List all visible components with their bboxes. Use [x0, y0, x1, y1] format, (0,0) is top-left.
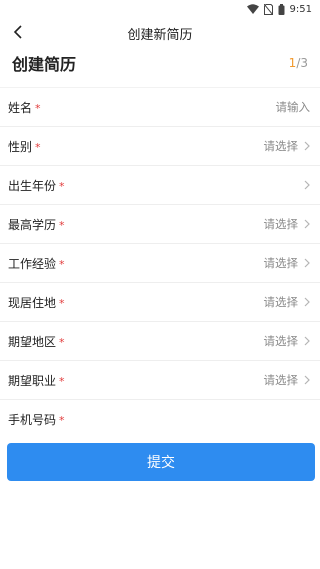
- field-value[interactable]: 请选择: [264, 216, 299, 232]
- status-time: 9:51: [289, 3, 312, 15]
- step-total: /3: [296, 56, 308, 70]
- field-value-area[interactable]: 请选择: [264, 255, 311, 271]
- chevron-right-icon: [304, 297, 310, 307]
- field-label-text: 最高学历: [8, 217, 57, 232]
- nav-bar: 创建新简历: [0, 18, 320, 48]
- field-label: 期望职业 *: [8, 372, 65, 389]
- chevron-right-icon: [304, 219, 310, 229]
- form-row[interactable]: 手机号码 *: [0, 399, 320, 438]
- status-bar: 9:51: [0, 0, 320, 18]
- field-value[interactable]: 请选择: [264, 333, 299, 349]
- back-button[interactable]: [8, 23, 28, 43]
- field-label: 性别 *: [8, 138, 41, 155]
- no-sim-icon: [263, 3, 273, 15]
- field-label-text: 性别: [8, 139, 33, 154]
- field-value[interactable]: 请选择: [264, 138, 299, 154]
- field-label: 工作经验 *: [8, 255, 65, 272]
- required-mark: *: [59, 179, 65, 193]
- field-label: 期望地区 *: [8, 333, 65, 350]
- form-row[interactable]: 最高学历 * 请选择: [0, 204, 320, 243]
- chevron-right-icon: [304, 375, 310, 385]
- field-value-area[interactable]: 请输入: [276, 99, 311, 115]
- field-label: 姓名 *: [8, 99, 41, 116]
- form-row[interactable]: 出生年份 *: [0, 165, 320, 204]
- field-value[interactable]: 请选择: [264, 372, 299, 388]
- required-mark: *: [59, 218, 65, 232]
- chevron-right-icon: [304, 180, 310, 190]
- field-label: 最高学历 *: [8, 216, 65, 233]
- form-row[interactable]: 性别 * 请选择: [0, 126, 320, 165]
- form-row[interactable]: 期望地区 * 请选择: [0, 321, 320, 360]
- form-row[interactable]: 期望职业 * 请选择: [0, 360, 320, 399]
- field-label: 手机号码 *: [8, 411, 65, 428]
- required-mark: *: [59, 296, 65, 310]
- required-mark: *: [35, 101, 41, 115]
- required-mark: *: [59, 374, 65, 388]
- field-label-text: 工作经验: [8, 256, 57, 271]
- field-value[interactable]: 请输入: [276, 99, 311, 115]
- status-icons: 9:51: [246, 3, 312, 15]
- field-label: 现居住地 *: [8, 294, 65, 311]
- step-progress: 1/3: [289, 56, 308, 70]
- field-label-text: 期望地区: [8, 334, 57, 349]
- submit-label: 提交: [147, 455, 175, 471]
- resume-form: 姓名 * 请输入 性别 * 请选择 出生年份 * 最高学历 * 请选择 工作经验 * 请选择 现居住地 * 请选…: [0, 87, 320, 438]
- field-value[interactable]: 请选择: [264, 255, 299, 271]
- battery-icon: [278, 3, 285, 15]
- chevron-right-icon: [304, 258, 310, 268]
- field-label-text: 期望职业: [8, 373, 57, 388]
- required-mark: *: [59, 335, 65, 349]
- field-value-area[interactable]: 请选择: [264, 216, 311, 232]
- field-value-area[interactable]: 请选择: [264, 294, 311, 310]
- field-value-area[interactable]: [298, 180, 310, 190]
- field-label-text: 现居住地: [8, 295, 57, 310]
- form-row[interactable]: 现居住地 * 请选择: [0, 282, 320, 321]
- nav-title: 创建新简历: [127, 27, 193, 43]
- required-mark: *: [35, 140, 41, 154]
- wifi-icon: [246, 4, 259, 14]
- field-value-area[interactable]: 请选择: [264, 138, 311, 154]
- field-value-area[interactable]: 请选择: [264, 333, 311, 349]
- back-arrow-icon: [13, 24, 23, 43]
- page-header: 创建简历 1/3: [0, 48, 320, 78]
- required-mark: *: [59, 413, 65, 427]
- field-label-text: 出生年份: [8, 178, 57, 193]
- field-label-text: 姓名: [8, 100, 33, 115]
- page-title: 创建简历: [12, 55, 77, 74]
- chevron-right-icon: [304, 141, 310, 151]
- required-mark: *: [59, 257, 65, 271]
- field-label: 出生年份 *: [8, 177, 65, 194]
- field-value-area[interactable]: 请选择: [264, 372, 311, 388]
- form-row[interactable]: 姓名 * 请输入: [0, 87, 320, 126]
- form-row[interactable]: 工作经验 * 请选择: [0, 243, 320, 282]
- field-value[interactable]: 请选择: [264, 294, 299, 310]
- field-label-text: 手机号码: [8, 412, 57, 427]
- chevron-right-icon: [304, 336, 310, 346]
- submit-button[interactable]: 提交: [7, 443, 315, 481]
